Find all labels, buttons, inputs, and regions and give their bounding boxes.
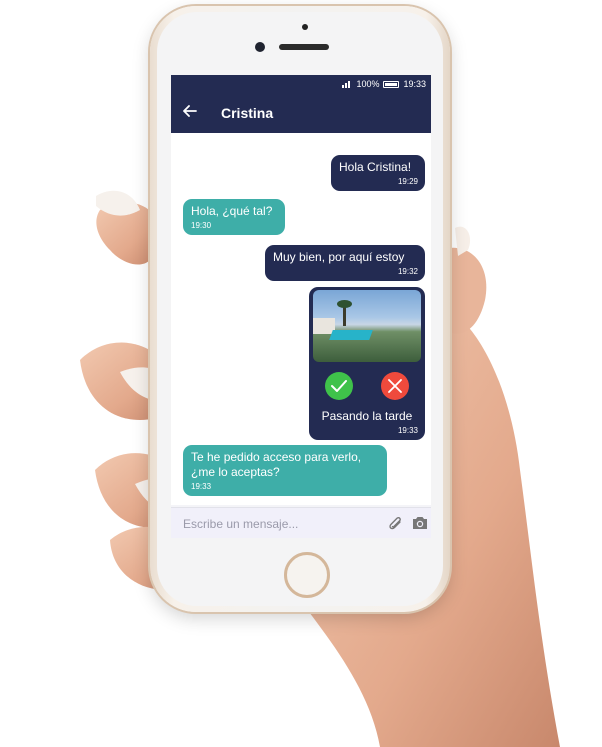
signal-icon: [342, 80, 352, 88]
photo-caption: Pasando la tarde: [321, 409, 413, 423]
message-bubble-incoming: Te he pedido acceso para verlo, ¿me lo a…: [183, 445, 387, 496]
shared-photo[interactable]: [313, 290, 421, 362]
close-icon[interactable]: [381, 372, 409, 400]
message-text: Muy bien, por aquí estoy: [273, 250, 405, 264]
check-icon[interactable]: [325, 372, 353, 400]
message-time: 19:30: [191, 221, 212, 230]
message-text: Te he pedido acceso para verlo, ¿me lo a…: [191, 450, 362, 479]
message-time: 19:29: [397, 177, 418, 186]
message-bubble-outgoing: Hola Cristina! 19:29: [331, 155, 425, 191]
access-actions: [313, 372, 421, 400]
camera-icon[interactable]: [411, 515, 429, 533]
message-time: 19:33: [191, 482, 212, 491]
front-camera: [255, 42, 265, 52]
contact-name: Cristina: [221, 105, 274, 121]
paperclip-icon[interactable]: [387, 515, 405, 533]
message-time: 19:33: [397, 426, 418, 435]
message-bubble-outgoing: Muy bien, por aquí estoy 19:32: [265, 245, 425, 281]
message-composer: [171, 507, 431, 538]
message-text: Hola Cristina!: [339, 160, 412, 174]
message-time: 19:32: [397, 267, 418, 276]
message-text: Hola, ¿qué tal?: [191, 204, 273, 218]
photo-pool: [329, 330, 373, 340]
status-bar: 100% 19:33: [171, 75, 431, 93]
proximity-sensor: [302, 24, 308, 30]
battery-icon: [383, 80, 400, 88]
battery-percent: 100%: [356, 79, 380, 89]
chat-screen: 100% 19:33 Cristina Hola Cristina! 19:29…: [171, 75, 431, 538]
message-input[interactable]: [181, 510, 381, 537]
status-time: 19:33: [403, 79, 426, 89]
arrow-left-icon[interactable]: [183, 104, 205, 122]
message-bubble-incoming: Hola, ¿qué tal? 19:30: [183, 199, 285, 235]
earpiece-speaker: [279, 44, 329, 50]
image-message-card: Pasando la tarde 19:33: [309, 287, 425, 440]
photo-palm-tree: [337, 300, 352, 326]
chat-header: Cristina: [171, 93, 431, 133]
home-button[interactable]: [284, 552, 330, 598]
message-list: Hola Cristina! 19:29 Hola, ¿qué tal? 19:…: [171, 133, 431, 505]
